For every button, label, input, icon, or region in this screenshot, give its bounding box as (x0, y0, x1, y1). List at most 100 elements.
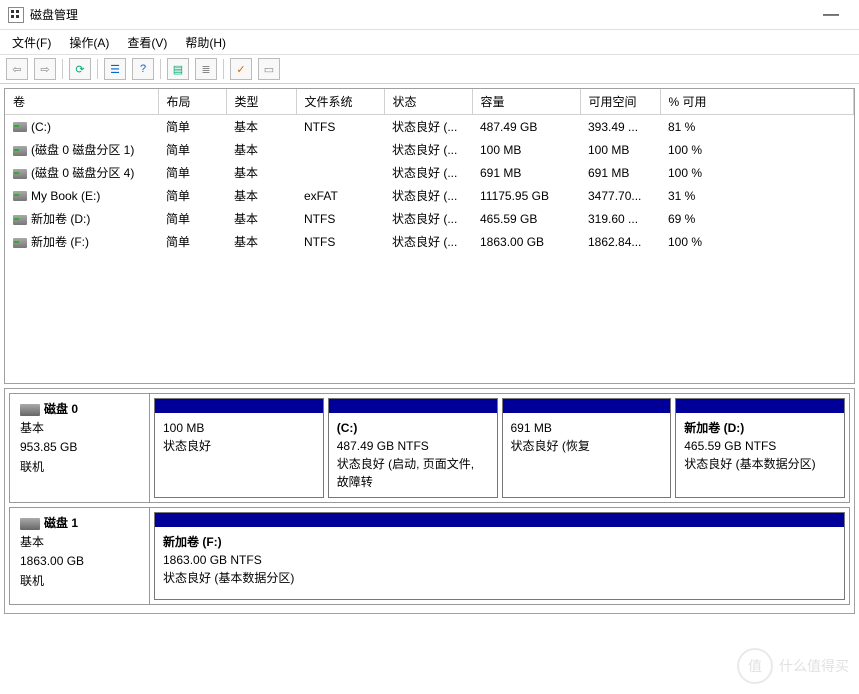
partition-status: 状态良好 (启动, 页面文件, 故障转 (337, 455, 489, 491)
col-volume[interactable]: 卷 (5, 89, 158, 115)
settings-button[interactable]: ≣ (195, 58, 217, 80)
volume-row[interactable]: 新加卷 (D:) 简单 基本 NTFS 状态良好 (... 465.59 GB … (5, 207, 854, 230)
menu-bar: 文件(F) 操作(A) 查看(V) 帮助(H) (0, 30, 859, 54)
vol-status: 状态良好 (... (384, 230, 472, 253)
volume-row[interactable]: (磁盘 0 磁盘分区 1) 简单 基本 状态良好 (... 100 MB 100… (5, 138, 854, 161)
partition-body: 691 MB 状态良好 (恢复 (503, 413, 671, 461)
list-view-button[interactable]: ▤ (167, 58, 189, 80)
partition-status: 状态良好 (163, 437, 315, 455)
volume-row[interactable]: (C:) 简单 基本 NTFS 状态良好 (... 487.49 GB 393.… (5, 115, 854, 139)
col-status[interactable]: 状态 (384, 89, 472, 115)
drive-icon (13, 146, 27, 156)
vol-name: 新加卷 (F:) (5, 230, 158, 253)
disk-icon (20, 518, 40, 530)
menu-view[interactable]: 查看(V) (119, 32, 175, 53)
partition-body: 新加卷 (F:) 1863.00 GB NTFS 状态良好 (基本数据分区) (155, 527, 844, 593)
minimize-button[interactable]: — (811, 0, 851, 30)
vol-free: 1862.84... (580, 230, 660, 253)
partition[interactable]: 新加卷 (F:) 1863.00 GB NTFS 状态良好 (基本数据分区) (154, 512, 845, 600)
title-bar: 磁盘管理 — (0, 0, 859, 30)
disk-name: 磁盘 1 (44, 516, 78, 530)
col-capacity[interactable]: 容量 (472, 89, 580, 115)
vol-type: 基本 (226, 161, 296, 184)
disk-label[interactable]: 磁盘 1 基本 1863.00 GB 联机 (10, 508, 150, 604)
partition[interactable]: 691 MB 状态良好 (恢复 (502, 398, 672, 498)
vol-layout: 简单 (158, 230, 226, 253)
properties-button[interactable]: ☰ (104, 58, 126, 80)
vol-pct: 100 % (660, 230, 854, 253)
drive-icon (13, 215, 27, 225)
vol-pct: 81 % (660, 115, 854, 139)
partition-header (155, 513, 844, 527)
partitions-container: 新加卷 (F:) 1863.00 GB NTFS 状态良好 (基本数据分区) (150, 508, 849, 604)
watermark: 值 什么值得买 (737, 648, 849, 684)
partition-size: 487.49 GB NTFS (337, 437, 489, 455)
vol-pct: 69 % (660, 207, 854, 230)
toolbar-separator (160, 59, 161, 79)
col-layout[interactable]: 布局 (158, 89, 226, 115)
disk-capacity: 1863.00 GB (20, 552, 139, 571)
vol-type: 基本 (226, 207, 296, 230)
vol-capacity: 100 MB (472, 138, 580, 161)
drive-icon (13, 238, 27, 248)
col-filesystem[interactable]: 文件系统 (296, 89, 384, 115)
partition[interactable]: (C:) 487.49 GB NTFS 状态良好 (启动, 页面文件, 故障转 (328, 398, 498, 498)
partition[interactable]: 100 MB 状态良好 (154, 398, 324, 498)
vol-type: 基本 (226, 138, 296, 161)
partition-size: 465.59 GB NTFS (684, 437, 836, 455)
vol-name: 新加卷 (D:) (5, 207, 158, 230)
col-pct[interactable]: % 可用 (660, 89, 854, 115)
disk-capacity: 953.85 GB (20, 438, 139, 457)
help-button[interactable]: ? (132, 58, 154, 80)
col-free[interactable]: 可用空间 (580, 89, 660, 115)
menu-help[interactable]: 帮助(H) (177, 32, 234, 53)
vol-capacity: 691 MB (472, 161, 580, 184)
vol-layout: 简单 (158, 161, 226, 184)
menu-file[interactable]: 文件(F) (4, 32, 59, 53)
volume-row[interactable]: My Book (E:) 简单 基本 exFAT 状态良好 (... 11175… (5, 184, 854, 207)
vol-layout: 简单 (158, 138, 226, 161)
action-button[interactable]: ▭ (258, 58, 280, 80)
vol-pct: 100 % (660, 161, 854, 184)
partition-body: 新加卷 (D:) 465.59 GB NTFS 状态良好 (基本数据分区) (676, 413, 844, 479)
partition-body: (C:) 487.49 GB NTFS 状态良好 (启动, 页面文件, 故障转 (329, 413, 497, 497)
disk-type: 基本 (20, 419, 139, 438)
toolbar-separator (97, 59, 98, 79)
disk-type: 基本 (20, 533, 139, 552)
volume-row[interactable]: (磁盘 0 磁盘分区 4) 简单 基本 状态良好 (... 691 MB 691… (5, 161, 854, 184)
volume-table[interactable]: 卷 布局 类型 文件系统 状态 容量 可用空间 % 可用 (C:) 简单 基本 … (5, 89, 854, 253)
partition[interactable]: 新加卷 (D:) 465.59 GB NTFS 状态良好 (基本数据分区) (675, 398, 845, 498)
toolbar-separator (223, 59, 224, 79)
volume-row[interactable]: 新加卷 (F:) 简单 基本 NTFS 状态良好 (... 1863.00 GB… (5, 230, 854, 253)
vol-status: 状态良好 (... (384, 115, 472, 139)
partition-status: 状态良好 (恢复 (511, 437, 663, 455)
partition-name: 新加卷 (F:) (163, 533, 836, 551)
window-title: 磁盘管理 (30, 6, 811, 23)
disk-name: 磁盘 0 (44, 402, 78, 416)
refresh-button[interactable]: ⟳ (69, 58, 91, 80)
partition-status: 状态良好 (基本数据分区) (163, 569, 836, 587)
col-type[interactable]: 类型 (226, 89, 296, 115)
partition-name: (C:) (337, 419, 489, 437)
vol-free: 100 MB (580, 138, 660, 161)
vol-status: 状态良好 (... (384, 184, 472, 207)
vol-free: 319.60 ... (580, 207, 660, 230)
graphical-view-pane: 磁盘 0 基本 953.85 GB 联机 100 MB 状态良好 (C:) 48… (4, 388, 855, 614)
vol-capacity: 465.59 GB (472, 207, 580, 230)
volume-list-pane: 卷 布局 类型 文件系统 状态 容量 可用空间 % 可用 (C:) 简单 基本 … (4, 88, 855, 384)
partition-header (676, 399, 844, 413)
back-button[interactable]: ⇦ (6, 58, 28, 80)
disk-label[interactable]: 磁盘 0 基本 953.85 GB 联机 (10, 394, 150, 502)
vol-layout: 简单 (158, 184, 226, 207)
forward-button[interactable]: ⇨ (34, 58, 56, 80)
drive-icon (13, 122, 27, 132)
partition-size: 1863.00 GB NTFS (163, 551, 836, 569)
vol-type: 基本 (226, 230, 296, 253)
vol-fs (296, 138, 384, 161)
menu-action[interactable]: 操作(A) (61, 32, 117, 53)
vol-name: My Book (E:) (5, 184, 158, 207)
disk-row: 磁盘 1 基本 1863.00 GB 联机 新加卷 (F:) 1863.00 G… (9, 507, 850, 605)
disk-row: 磁盘 0 基本 953.85 GB 联机 100 MB 状态良好 (C:) 48… (9, 393, 850, 503)
vol-capacity: 1863.00 GB (472, 230, 580, 253)
check-button[interactable]: ✓ (230, 58, 252, 80)
